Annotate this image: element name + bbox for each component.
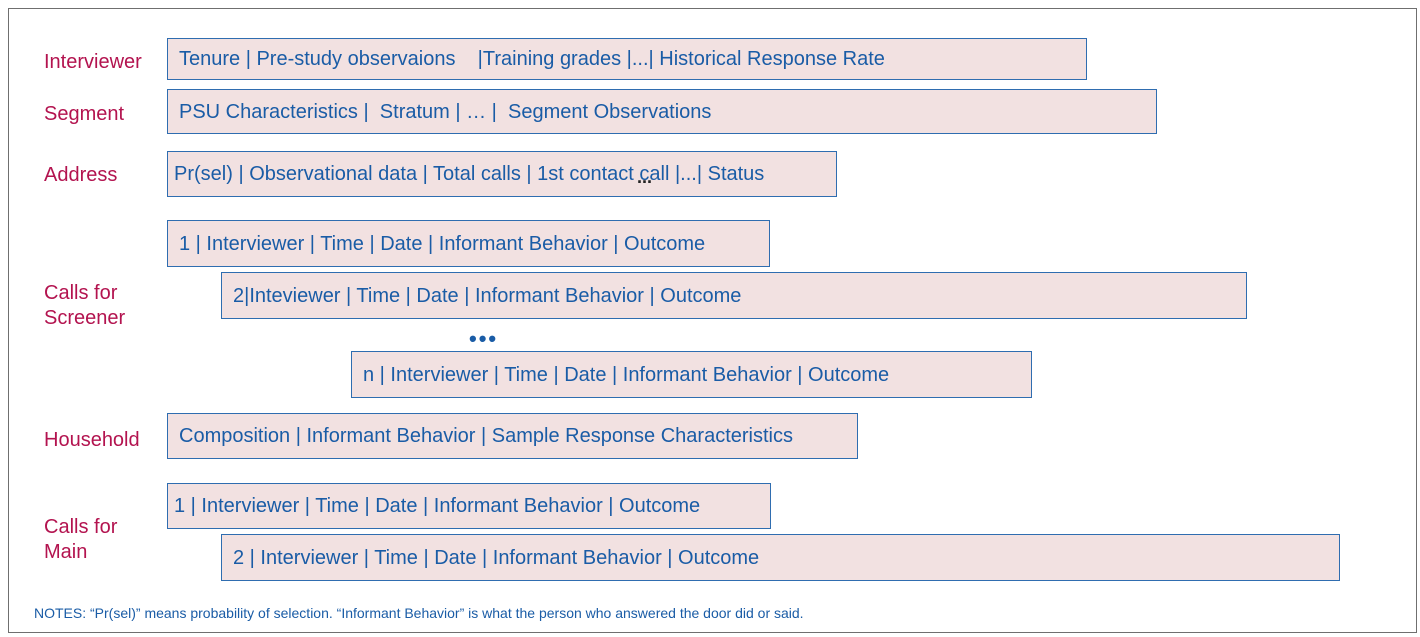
main-call-1-bar: 1 | Interviewer | Time | Date | Informan… — [167, 483, 771, 529]
label-calls-screener-line2: Screener — [44, 307, 126, 329]
label-interviewer: Interviewer — [44, 51, 142, 73]
household-record-bar: Composition | Informant Behavior | Sampl… — [167, 413, 858, 459]
label-address: Address — [44, 164, 118, 186]
address-record-bar: Pr(sel) | Observational data | Total cal… — [167, 151, 837, 197]
label-calls-main-line2: Main — [44, 541, 88, 563]
screener-call-n-bar: n | Interviewer | Time | Date | Informan… — [351, 351, 1032, 398]
label-calls-screener-line1: Calls for — [44, 282, 118, 304]
label-segment: Segment — [44, 103, 125, 125]
screener-call-2-bar: 2|Inteviewer | Time | Date | Informant B… — [221, 272, 1247, 319]
footnote: NOTES: “Pr(sel)” means probability of se… — [34, 605, 804, 621]
label-calls-main-line1: Calls for — [44, 516, 118, 538]
screener-ellipsis: ••• — [469, 326, 499, 351]
label-household: Household — [44, 429, 140, 451]
stray-ellipsis-mark: ... — [637, 167, 653, 187]
screener-call-1-bar: 1 | Interviewer | Time | Date | Informan… — [167, 220, 770, 267]
segment-record-bar: PSU Characteristics | Stratum | … | Segm… — [167, 89, 1157, 134]
main-call-2-bar: 2 | Interviewer | Time | Date | Informan… — [221, 534, 1340, 581]
interviewer-record-bar: Tenure | Pre-study observaions |Training… — [167, 38, 1087, 80]
